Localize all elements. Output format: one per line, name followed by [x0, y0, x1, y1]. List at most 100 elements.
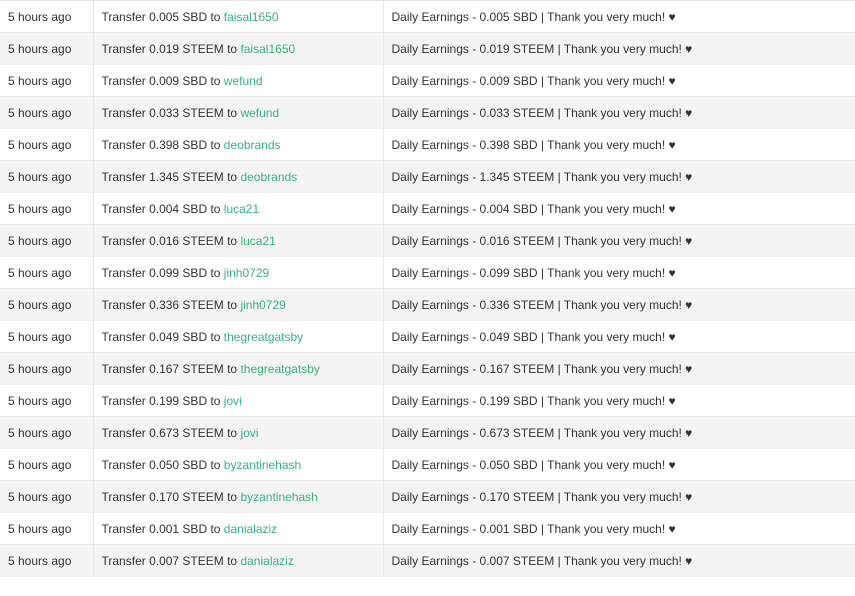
transfer-time: 5 hours ago [0, 480, 94, 513]
transfer-memo: Daily Earnings - 1.345 STEEM | Thank you… [383, 160, 855, 193]
table-row: 5 hours ago Transfer 0.170 STEEM to byzan… [0, 480, 855, 513]
transfer-memo: Daily Earnings - 0.033 STEEM | Thank you… [383, 96, 855, 129]
transfer-description: Transfer 0.050 SBD to byzantinehash [93, 448, 384, 481]
table-row: 5 hours ago Transfer 0.016 STEEM to luca2… [0, 224, 855, 257]
transfer-text: Transfer 0.398 SBD to [101, 137, 221, 152]
transfer-memo: Daily Earnings - 0.001 SBD | Thank you v… [383, 512, 855, 545]
transfer-text: Transfer 0.336 STEEM to [101, 297, 238, 312]
transfer-memo: Daily Earnings - 0.050 SBD | Thank you v… [383, 448, 855, 481]
transfer-time: 5 hours ago [0, 192, 94, 225]
transfer-description: Transfer 0.199 SBD to jovi [93, 384, 384, 417]
table-row: 5 hours ago Transfer 0.019 STEEM to faisa… [0, 32, 855, 65]
recipient-account-link[interactable]: deobrands [240, 170, 297, 184]
transfer-text: Transfer 0.170 STEEM to [101, 489, 238, 504]
transfer-description: Transfer 0.005 SBD to faisal1650 [93, 0, 384, 33]
recipient-account-link[interactable]: wefund [224, 74, 263, 88]
recipient-account-link[interactable]: danialaziz [240, 554, 293, 568]
transfer-time: 5 hours ago [0, 320, 94, 353]
transfer-description: Transfer 0.016 STEEM to luca21 [93, 224, 384, 257]
transfer-text: Transfer 0.016 STEEM to [101, 233, 238, 248]
recipient-account-link[interactable]: thegreatgatsby [224, 330, 303, 344]
table-row: 5 hours ago Transfer 0.009 SBD to wefund D… [0, 64, 855, 97]
transfer-memo: Daily Earnings - 0.170 STEEM | Thank you… [383, 480, 855, 513]
transfer-description: Transfer 0.007 STEEM to danialaziz [93, 544, 384, 577]
transfer-time: 5 hours ago [0, 128, 94, 161]
transfer-time: 5 hours ago [0, 288, 94, 321]
transfer-time: 5 hours ago [0, 384, 94, 417]
table-row: 5 hours ago Transfer 0.050 SBD to byzanti… [0, 448, 855, 481]
transfer-description: Transfer 0.001 SBD to danialaziz [93, 512, 384, 545]
transfer-text: Transfer 0.009 SBD to [101, 73, 221, 88]
recipient-account-link[interactable]: faisal1650 [224, 10, 279, 24]
transfer-description: Transfer 0.673 STEEM to jovi [93, 416, 384, 449]
transfer-description: Transfer 0.099 SBD to jinh0729 [93, 256, 384, 289]
transfer-text: Transfer 0.007 STEEM to [101, 553, 238, 568]
transfer-description: Transfer 1.345 STEEM to deobrands [93, 160, 384, 193]
transfer-time: 5 hours ago [0, 160, 94, 193]
table-row: 5 hours ago Transfer 0.049 SBD to thegrea… [0, 320, 855, 353]
transfer-memo: Daily Earnings - 0.167 STEEM | Thank you… [383, 352, 855, 385]
transfer-description: Transfer 0.167 STEEM to thegreatgatsby [93, 352, 384, 385]
recipient-account-link[interactable]: wefund [240, 106, 279, 120]
transfer-time: 5 hours ago [0, 32, 94, 65]
transfer-text: Transfer 1.345 STEEM to [101, 169, 238, 184]
table-row: 5 hours ago Transfer 0.099 SBD to jinh072… [0, 256, 855, 289]
table-row: 5 hours ago Transfer 0.004 SBD to luca21 D… [0, 192, 855, 225]
transfer-description: Transfer 0.398 SBD to deobrands [93, 128, 384, 161]
transfer-text: Transfer 0.019 STEEM to [101, 41, 238, 56]
recipient-account-link[interactable]: jinh0729 [224, 266, 269, 280]
recipient-account-link[interactable]: byzantinehash [240, 490, 317, 504]
transfer-memo: Daily Earnings - 0.016 STEEM | Thank you… [383, 224, 855, 257]
transfer-memo: Daily Earnings - 0.004 SBD | Thank you v… [383, 192, 855, 225]
transfer-time: 5 hours ago [0, 64, 94, 97]
transfer-text: Transfer 0.049 SBD to [101, 329, 221, 344]
recipient-account-link[interactable]: danialaziz [224, 522, 277, 536]
transfer-text: Transfer 0.001 SBD to [101, 521, 221, 536]
transfer-time: 5 hours ago [0, 0, 94, 33]
recipient-account-link[interactable]: thegreatgatsby [240, 362, 319, 376]
transfer-description: Transfer 0.004 SBD to luca21 [93, 192, 384, 225]
transfer-description: Transfer 0.049 SBD to thegreatgatsby [93, 320, 384, 353]
table-row: 5 hours ago Transfer 0.007 STEEM to dania… [0, 544, 855, 577]
recipient-account-link[interactable]: jinh0729 [240, 298, 285, 312]
transfer-memo: Daily Earnings - 0.019 STEEM | Thank you… [383, 32, 855, 65]
recipient-account-link[interactable]: faisal1650 [240, 42, 295, 56]
transfer-time: 5 hours ago [0, 224, 94, 257]
recipient-account-link[interactable]: deobrands [224, 138, 281, 152]
recipient-account-link[interactable]: jovi [240, 426, 258, 440]
table-row: 5 hours ago Transfer 0.001 SBD to daniala… [0, 512, 855, 545]
transfer-history-table: 5 hours ago Transfer 0.005 SBD to faisal1… [0, 0, 855, 577]
transfer-description: Transfer 0.336 STEEM to jinh0729 [93, 288, 384, 321]
transfer-time: 5 hours ago [0, 448, 94, 481]
recipient-account-link[interactable]: jovi [224, 394, 242, 408]
transfer-description: Transfer 0.170 STEEM to byzantinehash [93, 480, 384, 513]
transfer-text: Transfer 0.004 SBD to [101, 201, 221, 216]
transfer-memo: Daily Earnings - 0.673 STEEM | Thank you… [383, 416, 855, 449]
recipient-account-link[interactable]: byzantinehash [224, 458, 301, 472]
table-row: 5 hours ago Transfer 0.167 STEEM to thegr… [0, 352, 855, 385]
transfer-description: Transfer 0.033 STEEM to wefund [93, 96, 384, 129]
table-row: 5 hours ago Transfer 0.336 STEEM to jinh0… [0, 288, 855, 321]
transfer-description: Transfer 0.019 STEEM to faisal1650 [93, 32, 384, 65]
transfer-text: Transfer 0.033 STEEM to [101, 105, 238, 120]
transfer-description: Transfer 0.009 SBD to wefund [93, 64, 384, 97]
recipient-account-link[interactable]: luca21 [224, 202, 259, 216]
transfer-memo: Daily Earnings - 0.199 SBD | Thank you v… [383, 384, 855, 417]
transfer-memo: Daily Earnings - 0.099 SBD | Thank you v… [383, 256, 855, 289]
transfer-text: Transfer 0.005 SBD to [101, 9, 221, 24]
transfer-text: Transfer 0.050 SBD to [101, 457, 221, 472]
transfer-time: 5 hours ago [0, 512, 94, 545]
recipient-account-link[interactable]: luca21 [240, 234, 275, 248]
transfer-time: 5 hours ago [0, 352, 94, 385]
table-row: 5 hours ago Transfer 1.345 STEEM to deobr… [0, 160, 855, 193]
table-row: 5 hours ago Transfer 0.673 STEEM to jovi D… [0, 416, 855, 449]
transfer-memo: Daily Earnings - 0.049 SBD | Thank you v… [383, 320, 855, 353]
transfer-time: 5 hours ago [0, 96, 94, 129]
transfer-history-body: 5 hours ago Transfer 0.005 SBD to faisal1… [0, 0, 855, 577]
transfer-memo: Daily Earnings - 0.009 SBD | Thank you v… [383, 64, 855, 97]
transfer-time: 5 hours ago [0, 256, 94, 289]
table-row: 5 hours ago Transfer 0.398 SBD to deobran… [0, 128, 855, 161]
transfer-text: Transfer 0.167 STEEM to [101, 361, 238, 376]
transfer-text: Transfer 0.673 STEEM to [101, 425, 238, 440]
transfer-time: 5 hours ago [0, 544, 94, 577]
